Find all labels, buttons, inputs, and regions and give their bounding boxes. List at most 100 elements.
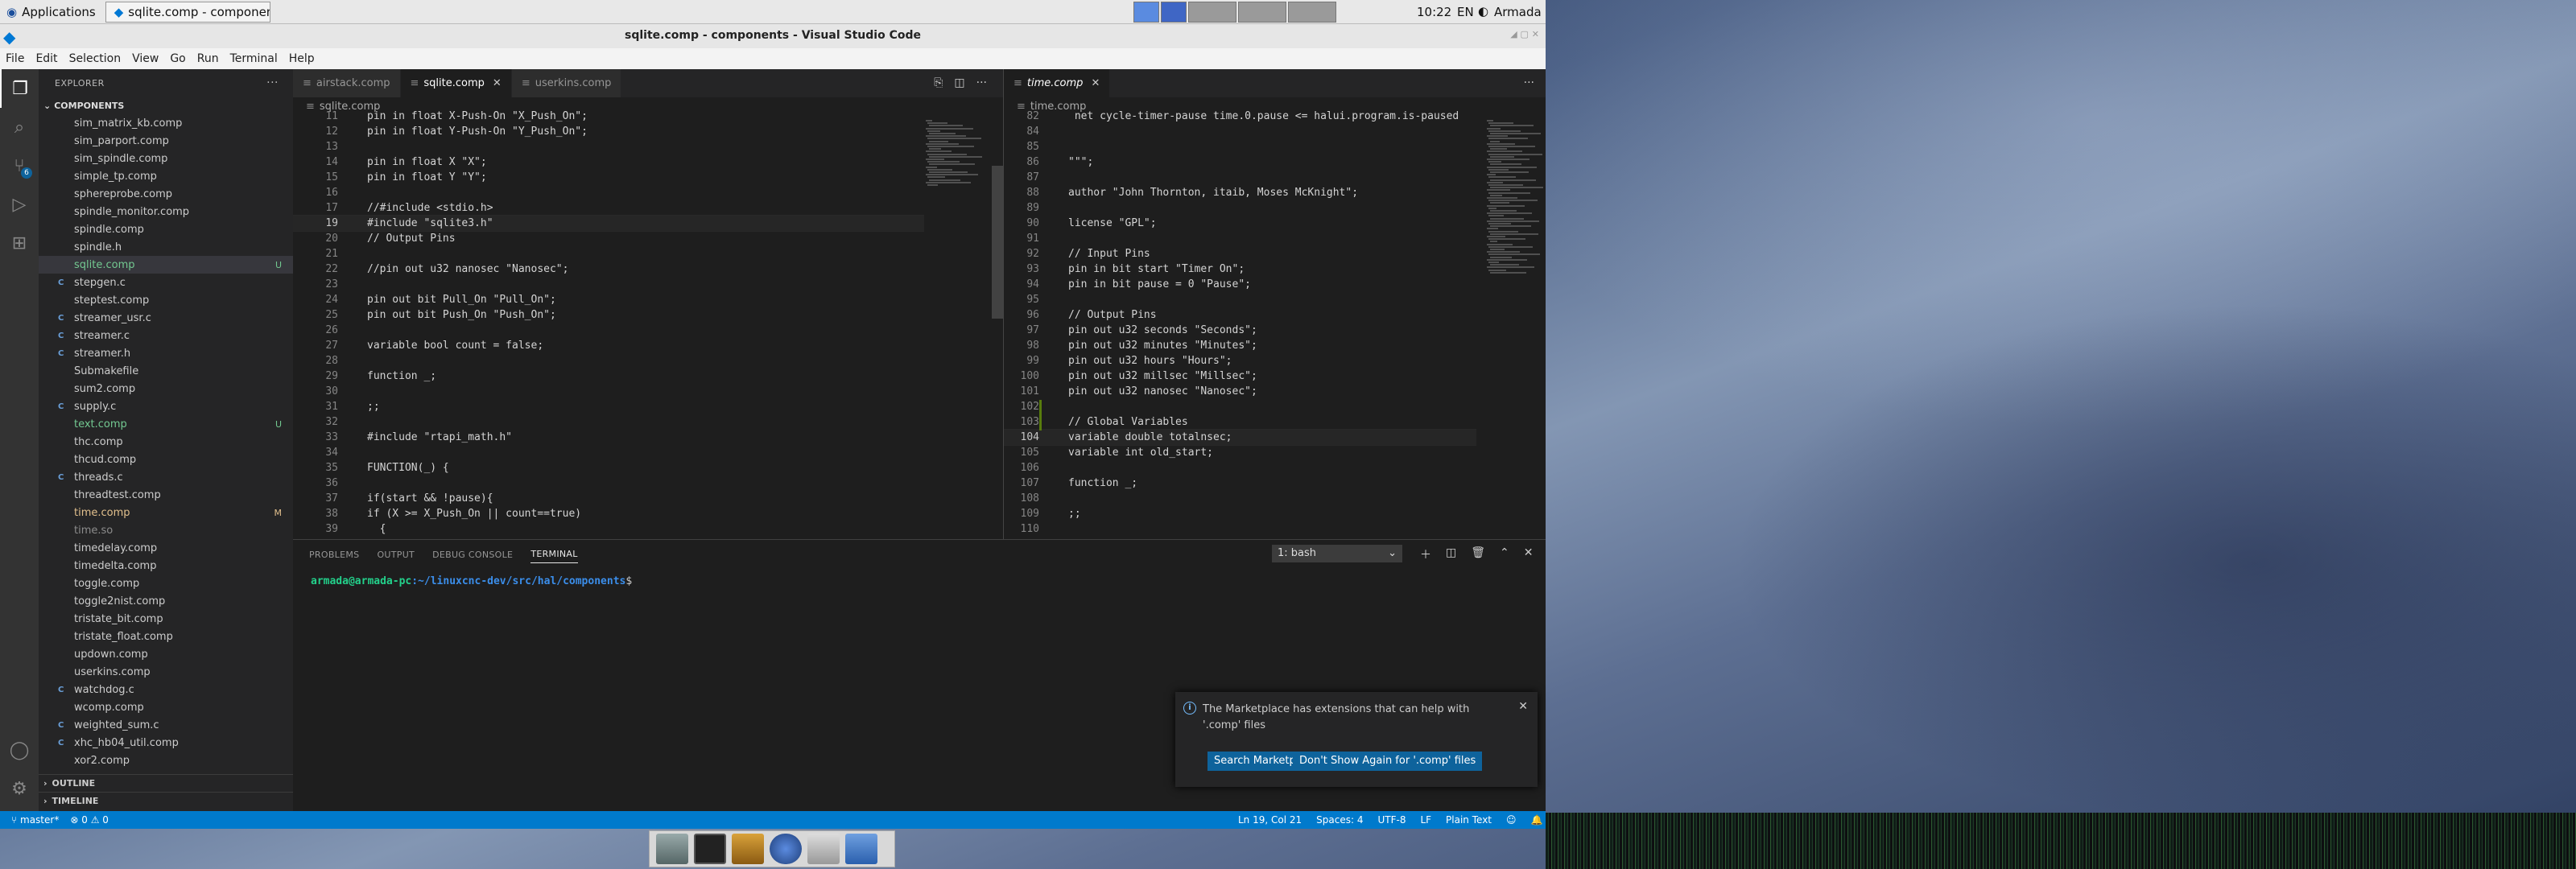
menu-view[interactable]: View: [126, 52, 164, 65]
code-line[interactable]: 93 pin in bit start "Timer On";: [1004, 262, 1476, 277]
code-line[interactable]: 100 pin out u32 millsec "Millsec";: [1004, 369, 1476, 384]
close-panel-icon[interactable]: ✕: [1524, 546, 1534, 562]
applications-menu[interactable]: ◉ Applications: [0, 0, 102, 24]
tab-userkins[interactable]: ≡ userkins.comp: [511, 69, 622, 97]
maximize-panel-icon[interactable]: ⌃: [1500, 546, 1509, 562]
file-item[interactable]: xor2.comp: [39, 752, 293, 769]
indentation[interactable]: Spaces: 4: [1316, 814, 1363, 826]
file-item[interactable]: Cstreamer.h: [39, 344, 293, 362]
code-line[interactable]: 15 pin in float Y "Y";: [293, 170, 924, 185]
tab-problems[interactable]: PROBLEMS: [309, 550, 359, 560]
menu-go[interactable]: Go: [164, 52, 191, 65]
tab-debug-console[interactable]: DEBUG CONSOLE: [432, 550, 513, 560]
workspace-1[interactable]: [1133, 2, 1159, 23]
more-actions-icon[interactable]: ···: [266, 76, 279, 89]
network-icon[interactable]: ◐: [1478, 4, 1488, 19]
code-line[interactable]: 16: [293, 185, 924, 200]
menu-edit[interactable]: Edit: [30, 52, 63, 65]
more-actions-icon[interactable]: ···: [976, 76, 987, 89]
code-line[interactable]: 20 // Output Pins: [293, 231, 924, 246]
code-line[interactable]: 17 //#include <stdio.h>: [293, 200, 924, 216]
file-item[interactable]: sqlite.comp U: [39, 256, 293, 274]
archive-icon[interactable]: [732, 834, 764, 864]
accounts-icon[interactable]: ◯: [0, 731, 39, 769]
close-icon[interactable]: ✕: [493, 77, 502, 89]
code-line[interactable]: 13: [293, 139, 924, 154]
file-item[interactable]: Cthreads.c: [39, 468, 293, 486]
split-editor-icon[interactable]: ◫: [954, 76, 964, 89]
workspace-4[interactable]: [1238, 2, 1286, 23]
user-name[interactable]: Armada: [1494, 5, 1542, 19]
folder-icon[interactable]: [845, 834, 877, 864]
code-line[interactable]: 33 #include "rtapi_math.h": [293, 430, 924, 445]
extensions-icon[interactable]: ⊞: [0, 224, 39, 262]
file-item[interactable]: sphereprobe.comp: [39, 185, 293, 203]
tab-airstack[interactable]: ≡ airstack.comp: [293, 69, 401, 97]
split-terminal-icon[interactable]: ◫: [1446, 546, 1456, 562]
new-terminal-icon[interactable]: ＋: [1420, 546, 1431, 562]
code-line[interactable]: 98 pin out u32 minutes "Minutes";: [1004, 338, 1476, 353]
menu-file[interactable]: File: [0, 52, 30, 65]
code-line[interactable]: 88 author "John Thornton, itaib, Moses Mc…: [1004, 185, 1476, 200]
tab-time[interactable]: ≡ time.comp ✕: [1004, 69, 1111, 97]
file-item[interactable]: time.so: [39, 521, 293, 539]
code-line[interactable]: 19 #include "sqlite3.h": [293, 215, 924, 232]
file-item[interactable]: wcomp.comp: [39, 698, 293, 716]
code-line[interactable]: 87: [1004, 170, 1476, 185]
file-item[interactable]: Cstreamer_usr.c: [39, 309, 293, 327]
code-line[interactable]: 25 pin out bit Push_On "Push_On";: [293, 307, 924, 323]
code-line[interactable]: 107 function _;: [1004, 476, 1476, 491]
code-line[interactable]: 11 pin in float X-Push-On "X_Push_On";: [293, 109, 924, 124]
code-line[interactable]: 84: [1004, 124, 1476, 139]
menu-help[interactable]: Help: [283, 52, 320, 65]
code-line[interactable]: 22 //pin out u32 nanosec "Nanosec";: [293, 262, 924, 277]
code-line[interactable]: 24 pin out bit Pull_On "Pull_On";: [293, 292, 924, 307]
code-area[interactable]: 11 pin in float X-Push-On "X_Push_On"; 12 p…: [293, 109, 924, 539]
terminal-select[interactable]: 1: bash ⌄: [1272, 545, 1402, 562]
code-line[interactable]: 37 if(start && !pause){: [293, 491, 924, 506]
file-item[interactable]: timedelta.comp: [39, 557, 293, 575]
file-item[interactable]: steptest.comp: [39, 291, 293, 309]
source-control-icon[interactable]: ⑂ 6: [0, 146, 39, 185]
file-item[interactable]: threadtest.comp: [39, 486, 293, 504]
workspace-2[interactable]: [1161, 2, 1187, 23]
code-line[interactable]: 21: [293, 246, 924, 262]
file-item[interactable]: updown.comp: [39, 645, 293, 663]
file-item[interactable]: sim_matrix_kb.comp: [39, 114, 293, 132]
menu-selection[interactable]: Selection: [64, 52, 127, 65]
minimap[interactable]: [923, 115, 990, 539]
problems-indicator[interactable]: ⊗ 0 ⚠ 0: [70, 814, 109, 826]
file-item[interactable]: toggle2nist.comp: [39, 592, 293, 610]
menu-run[interactable]: Run: [192, 52, 225, 65]
search-app-icon[interactable]: [807, 834, 840, 864]
code-line[interactable]: 32: [293, 414, 924, 430]
code-line[interactable]: 82 net cycle-timer-pause time.0.pause <=…: [1004, 109, 1476, 124]
code-line[interactable]: 86 """;: [1004, 154, 1476, 170]
open-changes-icon[interactable]: ⎘: [934, 76, 943, 89]
explorer-icon[interactable]: ❐: [0, 69, 39, 108]
code-line[interactable]: 27 variable bool count = false;: [293, 338, 924, 353]
file-item[interactable]: sim_spindle.comp: [39, 150, 293, 167]
cursor-position[interactable]: Ln 19, Col 21: [1238, 814, 1302, 826]
code-line[interactable]: 106: [1004, 460, 1476, 476]
git-branch[interactable]: ⑂ master*: [11, 814, 59, 826]
code-line[interactable]: 92 // Input Pins: [1004, 246, 1476, 262]
code-line[interactable]: 91: [1004, 231, 1476, 246]
tab-terminal[interactable]: TERMINAL: [530, 549, 578, 563]
dont-show-again-button[interactable]: Don't Show Again for '.comp' files: [1293, 752, 1483, 771]
kill-terminal-icon[interactable]: 🗑: [1471, 546, 1485, 562]
folder-section[interactable]: ⌄ COMPONENTS: [39, 97, 293, 114]
code-line[interactable]: 94 pin in bit pause = 0 "Pause";: [1004, 277, 1476, 292]
file-item[interactable]: Cstepgen.c: [39, 274, 293, 291]
file-item[interactable]: Submakefile: [39, 362, 293, 380]
clock[interactable]: 10:22: [1417, 5, 1451, 19]
code-line[interactable]: 30: [293, 384, 924, 399]
tab-output[interactable]: OUTPUT: [377, 550, 415, 560]
file-item[interactable]: spindle_monitor.comp: [39, 203, 293, 220]
file-item[interactable]: toggle.comp: [39, 575, 293, 592]
code-line[interactable]: 36: [293, 476, 924, 491]
more-actions-icon[interactable]: ···: [1524, 76, 1534, 89]
code-line[interactable]: 38 if (X >= X_Push_On || count==true): [293, 506, 924, 521]
file-item[interactable]: thc.comp: [39, 433, 293, 451]
code-line[interactable]: 85: [1004, 139, 1476, 154]
